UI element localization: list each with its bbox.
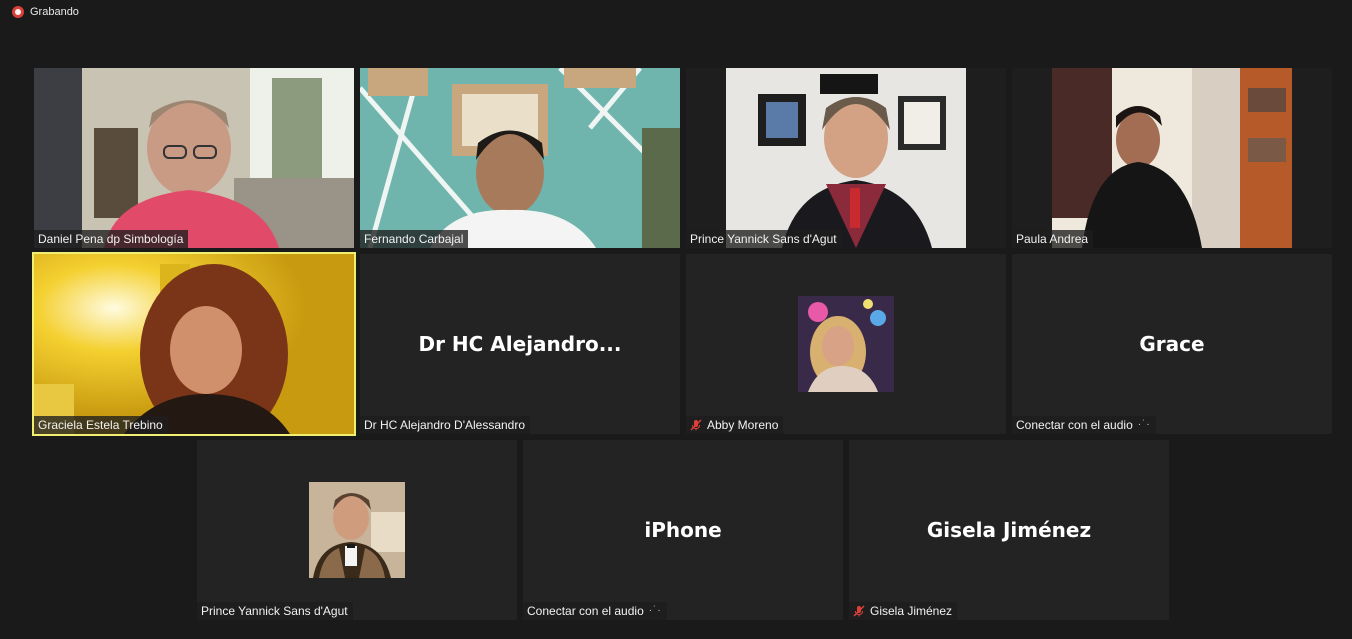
participant-video (34, 68, 354, 248)
participant-display-name: iPhone (644, 518, 722, 542)
participant-avatar (309, 482, 405, 578)
participant-name: Prince Yannick Sans d'Agut (201, 604, 348, 618)
participant-name-tag: Prince Yannick Sans d'Agut (197, 602, 353, 620)
participant-name-tag: Paula Andrea (1012, 230, 1094, 248)
participant-video (1012, 68, 1332, 248)
video-tile-prince-yannick-2[interactable]: Prince Yannick Sans d'Agut (197, 440, 517, 620)
participant-video (34, 254, 354, 434)
participant-name-tag: Graciela Estela Trebino (34, 416, 168, 434)
video-tile-paula-andrea[interactable]: Paula Andrea (1012, 68, 1332, 248)
participant-name-tag: Conectar con el audio ·˙· (523, 602, 667, 620)
participant-name-tag: Conectar con el audio ·˙· (1012, 416, 1156, 434)
audio-connecting-icon: ·˙· (1137, 419, 1151, 430)
audio-connecting-icon: ·˙· (648, 605, 662, 616)
participant-name: Prince Yannick Sans d'Agut (690, 232, 837, 246)
video-tile-abby-moreno[interactable]: Abby Moreno (686, 254, 1006, 434)
participant-name-tag: Gisela Jiménez (849, 602, 958, 620)
recording-indicator[interactable]: Grabando (12, 5, 79, 19)
participant-name: Paula Andrea (1016, 232, 1089, 246)
participant-display-name: Dr HC Alejandro... (418, 332, 622, 356)
video-tile-grace[interactable]: Grace Conectar con el audio ·˙· (1012, 254, 1332, 434)
audio-status: Conectar con el audio (1016, 418, 1133, 432)
video-tile-graciela-trebino-active-speaker[interactable]: Graciela Estela Trebino (32, 252, 356, 436)
participant-name: Fernando Carbajal (364, 232, 464, 246)
microphone-muted-icon (690, 419, 702, 431)
participant-name-tag: Prince Yannick Sans d'Agut (686, 230, 842, 248)
participant-name-tag: Dr HC Alejandro D'Alessandro (360, 416, 531, 434)
audio-status: Conectar con el audio (527, 604, 644, 618)
participant-name-tag: Abby Moreno (686, 416, 784, 434)
video-tile-daniel-pena[interactable]: Daniel Pena dp Simbología (34, 68, 354, 248)
participant-name: Abby Moreno (707, 418, 779, 432)
video-tile-gisela-jimenez[interactable]: Gisela Jiménez Gisela Jiménez (849, 440, 1169, 620)
video-tile-fernando-carbajal[interactable]: Fernando Carbajal (360, 68, 680, 248)
recording-label: Grabando (30, 6, 79, 18)
participant-name: Graciela Estela Trebino (38, 418, 163, 432)
participant-video (686, 68, 1006, 248)
participant-display-name: Gisela Jiménez (926, 518, 1092, 542)
participant-name: Daniel Pena dp Simbología (38, 232, 184, 246)
video-tile-prince-yannick[interactable]: Prince Yannick Sans d'Agut (686, 68, 1006, 248)
recording-dot-icon (12, 6, 24, 18)
participant-name-tag: Daniel Pena dp Simbología (34, 230, 189, 248)
participant-display-name: Grace (1139, 332, 1205, 356)
video-tile-iphone[interactable]: iPhone Conectar con el audio ·˙· (523, 440, 843, 620)
participant-name: Gisela Jiménez (870, 604, 953, 618)
participant-name-tag: Fernando Carbajal (360, 230, 469, 248)
participant-video (360, 68, 680, 248)
participant-name: Dr HC Alejandro D'Alessandro (364, 418, 526, 432)
microphone-muted-icon (853, 605, 865, 617)
video-tile-alejandro-dalessandro[interactable]: Dr HC Alejandro... Dr HC Alejandro D'Ale… (360, 254, 680, 434)
participant-avatar (798, 296, 894, 392)
